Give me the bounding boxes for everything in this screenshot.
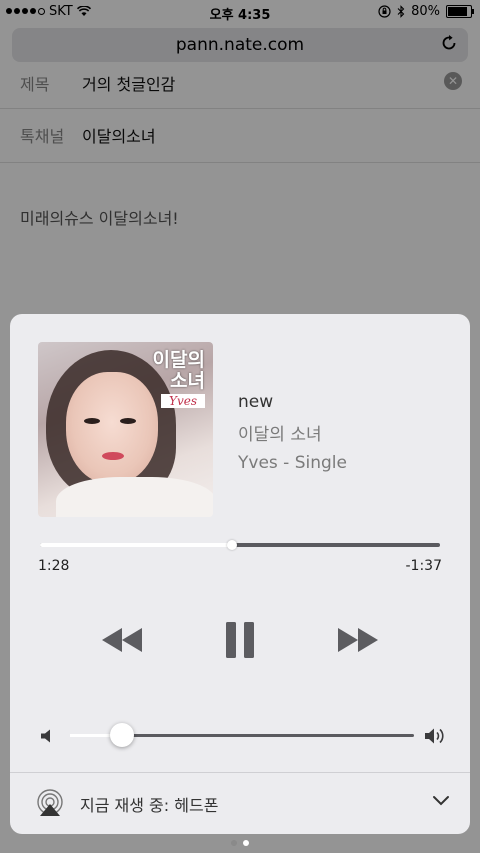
rewind-button[interactable] bbox=[98, 620, 148, 660]
track-artist: 이달의 소녀 bbox=[238, 425, 322, 445]
album-art-title-text: 이달의 소녀 bbox=[152, 349, 205, 392]
page-dot bbox=[243, 840, 249, 846]
airplay-output-row[interactable]: 지금 재생 중: 헤드폰 bbox=[10, 773, 470, 834]
rewind-icon bbox=[102, 628, 142, 652]
track-info: new 이달의 소녀 Yves - Single bbox=[238, 392, 347, 481]
fast-forward-icon bbox=[338, 628, 378, 652]
volume-knob[interactable] bbox=[109, 723, 134, 747]
track-title: new bbox=[238, 392, 274, 412]
pause-button[interactable] bbox=[215, 620, 265, 660]
playback-scrubber[interactable] bbox=[40, 540, 440, 550]
pause-icon bbox=[226, 622, 254, 658]
track-album: Yves - Single bbox=[238, 453, 347, 473]
output-device-label: 지금 재생 중: 헤드폰 bbox=[80, 796, 219, 815]
volume-slider[interactable] bbox=[70, 723, 414, 747]
volume-low-icon bbox=[41, 729, 50, 743]
scrubber-knob[interactable] bbox=[227, 540, 237, 550]
album-art-title: 이달의 소녀 bbox=[153, 350, 205, 392]
page-dot bbox=[231, 840, 237, 846]
airplay-icon bbox=[37, 789, 63, 816]
now-playing-card: 이달의 소녀 Yves new 이달의 소녀 Yves - Single 1:2… bbox=[10, 314, 470, 834]
volume-high-icon bbox=[425, 728, 444, 744]
chevron-down-icon[interactable] bbox=[432, 795, 450, 807]
scrubber-played bbox=[40, 543, 232, 547]
remaining-time: -1:37 bbox=[405, 558, 443, 574]
fast-forward-button[interactable] bbox=[332, 620, 382, 660]
album-artwork[interactable]: 이달의 소녀 Yves bbox=[38, 342, 213, 517]
album-art-signature: Yves bbox=[161, 394, 205, 408]
elapsed-time: 1:28 bbox=[38, 558, 70, 574]
page-indicator bbox=[0, 840, 480, 846]
